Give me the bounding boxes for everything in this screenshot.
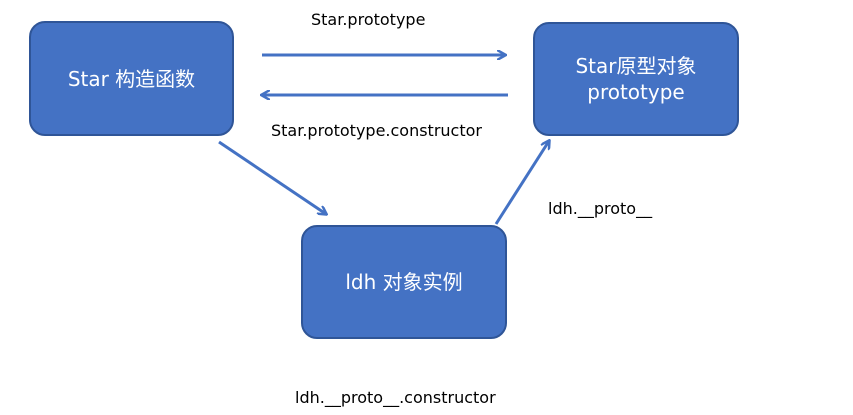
edge-label-instance-proto-constructor: ldh.__proto__.constructor: [295, 388, 496, 407]
constructor-node: Star 构造函数: [29, 21, 234, 136]
arrow-constructor-to-instance: [218, 140, 326, 214]
constructor-node-label: Star 构造函数: [67, 66, 196, 91]
prototype-chain-diagram: Star 构造函数 Star原型对象 prototype ldh 对象实例 St…: [0, 0, 853, 415]
edge-label-prototype-constructor: Star.prototype.constructor: [271, 121, 482, 140]
prototype-node-subtitle: prototype: [587, 80, 685, 104]
prototype-node: Star原型对象 prototype: [533, 22, 739, 136]
edge-label-prototype: Star.prototype: [311, 10, 426, 29]
instance-node-label: ldh 对象实例: [345, 270, 463, 294]
instance-node: ldh 对象实例: [301, 225, 507, 339]
prototype-node-title: Star原型对象: [575, 54, 697, 78]
arrow-instance-to-prototype: [494, 141, 549, 225]
edge-label-instance-proto: ldh.__proto__: [548, 199, 653, 218]
